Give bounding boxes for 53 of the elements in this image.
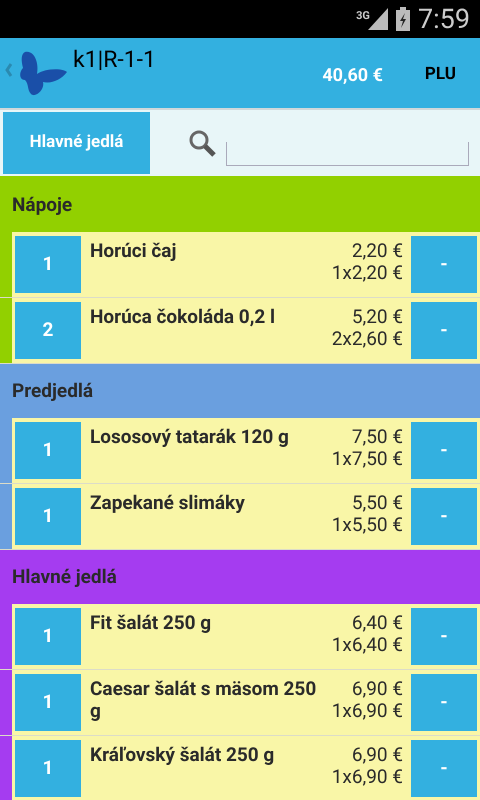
item-unit-price: 1x2,20 € (332, 262, 403, 284)
item-total: 7,50 € (352, 426, 403, 448)
butterfly-logo-icon (5, 50, 69, 98)
remove-button[interactable]: - (411, 740, 477, 797)
quantity-button[interactable]: 1 (15, 236, 81, 293)
item-unit-price: 1x5,50 € (332, 514, 403, 536)
category-color-strip (0, 670, 12, 735)
order-total: 40,60 € (322, 64, 383, 88)
item-unit-price: 2x2,60 € (332, 328, 403, 350)
quantity-button[interactable]: 1 (15, 740, 81, 797)
item-name: Lososový tatarák 120 g (90, 426, 290, 450)
search-icon (188, 129, 216, 157)
quantity-button[interactable]: 1 (15, 674, 81, 731)
item-unit-price: 1x7,50 € (332, 448, 403, 470)
search-field[interactable] (226, 142, 469, 166)
item-name: Zapekané slimáky (90, 492, 246, 516)
item-name: Caesar šalát s mäsom 250 g (90, 678, 318, 724)
item-name: Horúci čaj (90, 240, 178, 264)
quantity-button[interactable]: 1 (15, 422, 81, 479)
battery-icon (396, 7, 410, 31)
category-button[interactable]: Hlavné jedlá (3, 112, 150, 174)
remove-button[interactable]: - (411, 302, 477, 359)
category-name: Predjedlá (12, 378, 94, 404)
item-name: Horúca čokoláda 0,2 l (90, 306, 276, 330)
remove-button[interactable]: - (411, 236, 477, 293)
item-name: Fit šalát 250 g (90, 612, 212, 636)
item-total: 6,90 € (352, 744, 403, 766)
item-unit-price: 1x6,40 € (332, 634, 403, 656)
quantity-button[interactable]: 1 (15, 608, 81, 665)
category-name: Nápoje (12, 192, 72, 218)
item-name: Kráľovský šalát 250 g (90, 744, 276, 768)
category-name: Hlavné jedlá (12, 564, 117, 590)
signal-icon (368, 8, 388, 30)
item-total: 2,20 € (352, 240, 403, 262)
item-total: 5,50 € (352, 492, 403, 514)
item-total: 6,90 € (352, 678, 403, 700)
network-label: 3G (356, 8, 370, 24)
remove-button[interactable]: - (411, 674, 477, 731)
item-unit-price: 1x6,90 € (332, 766, 403, 788)
item-unit-price: 1x6,90 € (332, 700, 403, 722)
category-color-strip (0, 484, 12, 549)
remove-button[interactable]: - (411, 488, 477, 545)
quantity-button[interactable]: 2 (15, 302, 81, 359)
remove-button[interactable]: - (411, 422, 477, 479)
item-total: 5,20 € (352, 306, 403, 328)
table-title: k1|R-1-1 (73, 45, 156, 75)
category-color-strip (0, 298, 12, 363)
item-total: 6,40 € (352, 612, 403, 634)
quantity-button[interactable]: 1 (15, 488, 81, 545)
clock: 7:59 (418, 2, 470, 37)
plu-button[interactable]: PLU (424, 62, 456, 88)
remove-button[interactable]: - (411, 608, 477, 665)
category-color-strip (0, 736, 12, 800)
